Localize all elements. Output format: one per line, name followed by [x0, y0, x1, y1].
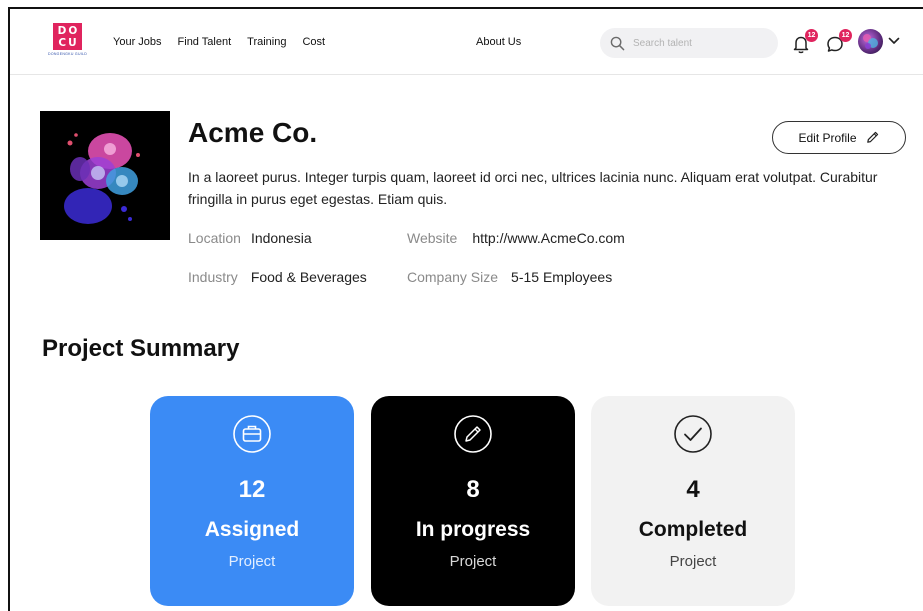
completed-label: Completed: [638, 518, 748, 541]
website-row: Website http://www.AcmeCo.com: [407, 230, 625, 246]
search-bar[interactable]: [600, 28, 778, 58]
location-label: Location: [188, 230, 241, 246]
search-input[interactable]: [633, 37, 773, 49]
logo-line-2: CU: [58, 37, 79, 49]
avatar-image: [863, 34, 878, 49]
top-navbar: DO CU DONGENGKU GUILD Your Jobs Find Tal…: [10, 9, 923, 75]
assigned-count: 12: [238, 476, 266, 503]
industry-value: Food & Beverages: [250, 269, 367, 285]
nav-cost[interactable]: Cost: [302, 36, 325, 48]
pencil-icon: [866, 131, 878, 143]
website-label: Website: [407, 230, 458, 246]
logo-mark: DO CU: [53, 23, 82, 50]
check-icon: [674, 415, 712, 453]
nav-about-us[interactable]: About Us: [476, 36, 521, 48]
logo-line-1: DO: [57, 25, 80, 37]
company-logo-image: [40, 111, 170, 240]
industry-row: Industry Food & Beverages: [188, 269, 367, 285]
in-progress-count: 8: [466, 476, 480, 503]
notifications-badge: 12: [805, 29, 818, 42]
nav-training[interactable]: Training: [247, 36, 286, 48]
brand-logo[interactable]: DO CU DONGENGKU GUILD: [48, 23, 88, 56]
company-size-value: 5-15 Employees: [511, 269, 613, 285]
industry-label: Industry: [188, 269, 238, 285]
company-size-row: Company Size 5-15 Employees: [407, 269, 612, 285]
edit-profile-button[interactable]: Edit Profile: [772, 121, 906, 154]
assigned-card[interactable]: 12 Assigned Project: [150, 396, 354, 606]
in-progress-card[interactable]: 8 In progress Project: [371, 396, 575, 606]
website-link[interactable]: http://www.AcmeCo.com: [472, 230, 625, 246]
in-progress-sublabel: Project: [449, 553, 497, 570]
location-row: Location Indonesia: [188, 230, 312, 246]
company-size-label: Company Size: [407, 269, 499, 285]
completed-card[interactable]: 4 Completed Project: [591, 396, 795, 606]
briefcase-icon: [233, 415, 271, 453]
messages-badge: 12: [839, 29, 852, 42]
project-summary-title: Project Summary: [42, 335, 240, 362]
company-description: In a laoreet purus. Integer turpis quam,…: [188, 169, 878, 207]
nav-find-talent[interactable]: Find Talent: [178, 36, 232, 48]
completed-count: 4: [686, 476, 700, 503]
notifications-button[interactable]: 12: [790, 29, 818, 55]
completed-sublabel: Project: [669, 553, 717, 570]
logo-subtext: DONGENGKU GUILD: [48, 52, 88, 56]
location-value: Indonesia: [250, 230, 312, 246]
edit-profile-label: Edit Profile: [798, 130, 857, 145]
assigned-sublabel: Project: [228, 553, 276, 570]
messages-button[interactable]: 12: [824, 29, 852, 55]
avatar[interactable]: [858, 29, 883, 54]
pencil-icon: [454, 415, 492, 453]
nav-links: Your Jobs Find Talent Training Cost: [113, 36, 325, 48]
assigned-label: Assigned: [204, 518, 300, 541]
nav-your-jobs[interactable]: Your Jobs: [113, 36, 162, 48]
app-window: DO CU DONGENGKU GUILD Your Jobs Find Tal…: [8, 7, 923, 611]
in-progress-label: In progress: [415, 518, 531, 541]
search-icon: [610, 36, 625, 50]
chevron-down-icon[interactable]: [888, 36, 900, 46]
company-name: Acme Co.: [188, 117, 318, 148]
company-artwork: [40, 111, 170, 240]
